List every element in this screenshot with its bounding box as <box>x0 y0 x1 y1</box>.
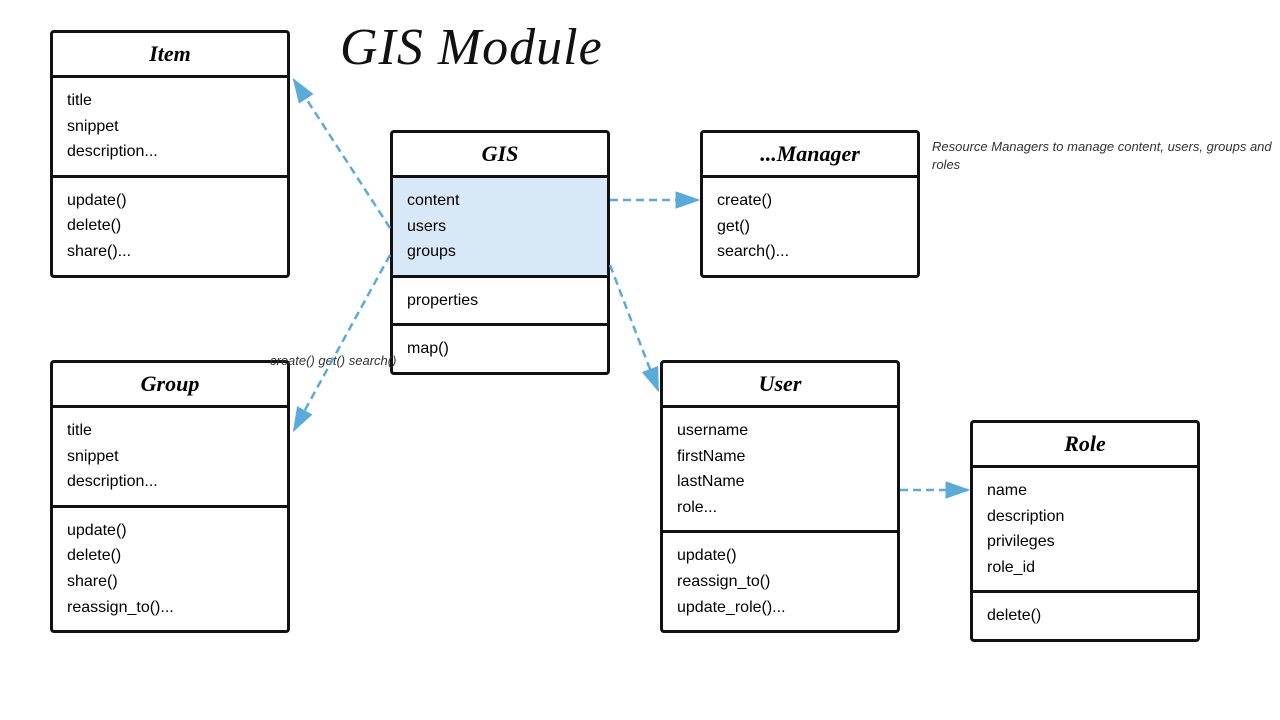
manager-note: Resource Managers to manage content, use… <box>932 138 1280 174</box>
gis-methods: map() <box>393 326 607 372</box>
gis-box: GIS content users groups properties map(… <box>390 130 610 375</box>
group-header: Group <box>53 363 287 408</box>
manager-box: ...Manager create() get() search()... <box>700 130 920 278</box>
group-methods: update() delete() share() reassign_to().… <box>53 508 287 630</box>
manager-header: ...Manager <box>703 133 917 178</box>
user-header: User <box>663 363 897 408</box>
page-title: GIS Module <box>340 18 603 77</box>
arrow-gis-to-user <box>610 265 658 390</box>
arrow-gis-to-group <box>294 255 390 430</box>
item-header: Item <box>53 33 287 78</box>
arrow-gis-to-item <box>294 80 390 228</box>
role-box: Role name description privileges role_id… <box>970 420 1200 642</box>
gis-properties: properties <box>393 278 607 327</box>
role-attrs: name description privileges role_id <box>973 468 1197 593</box>
gis-header: GIS <box>393 133 607 178</box>
gis-arrow-label: create() get() search() <box>270 352 396 370</box>
user-box: User username firstName lastName role...… <box>660 360 900 633</box>
item-attrs: title snippet description... <box>53 78 287 178</box>
group-box: Group title snippet description... updat… <box>50 360 290 633</box>
role-methods: delete() <box>973 593 1197 639</box>
manager-methods: create() get() search()... <box>703 178 917 275</box>
group-attrs: title snippet description... <box>53 408 287 508</box>
user-methods: update() reassign_to() update_role()... <box>663 533 897 630</box>
role-header: Role <box>973 423 1197 468</box>
item-methods: update() delete() share()... <box>53 178 287 275</box>
gis-highlighted-attrs: content users groups <box>393 178 607 278</box>
item-box: Item title snippet description... update… <box>50 30 290 278</box>
user-attrs: username firstName lastName role... <box>663 408 897 533</box>
